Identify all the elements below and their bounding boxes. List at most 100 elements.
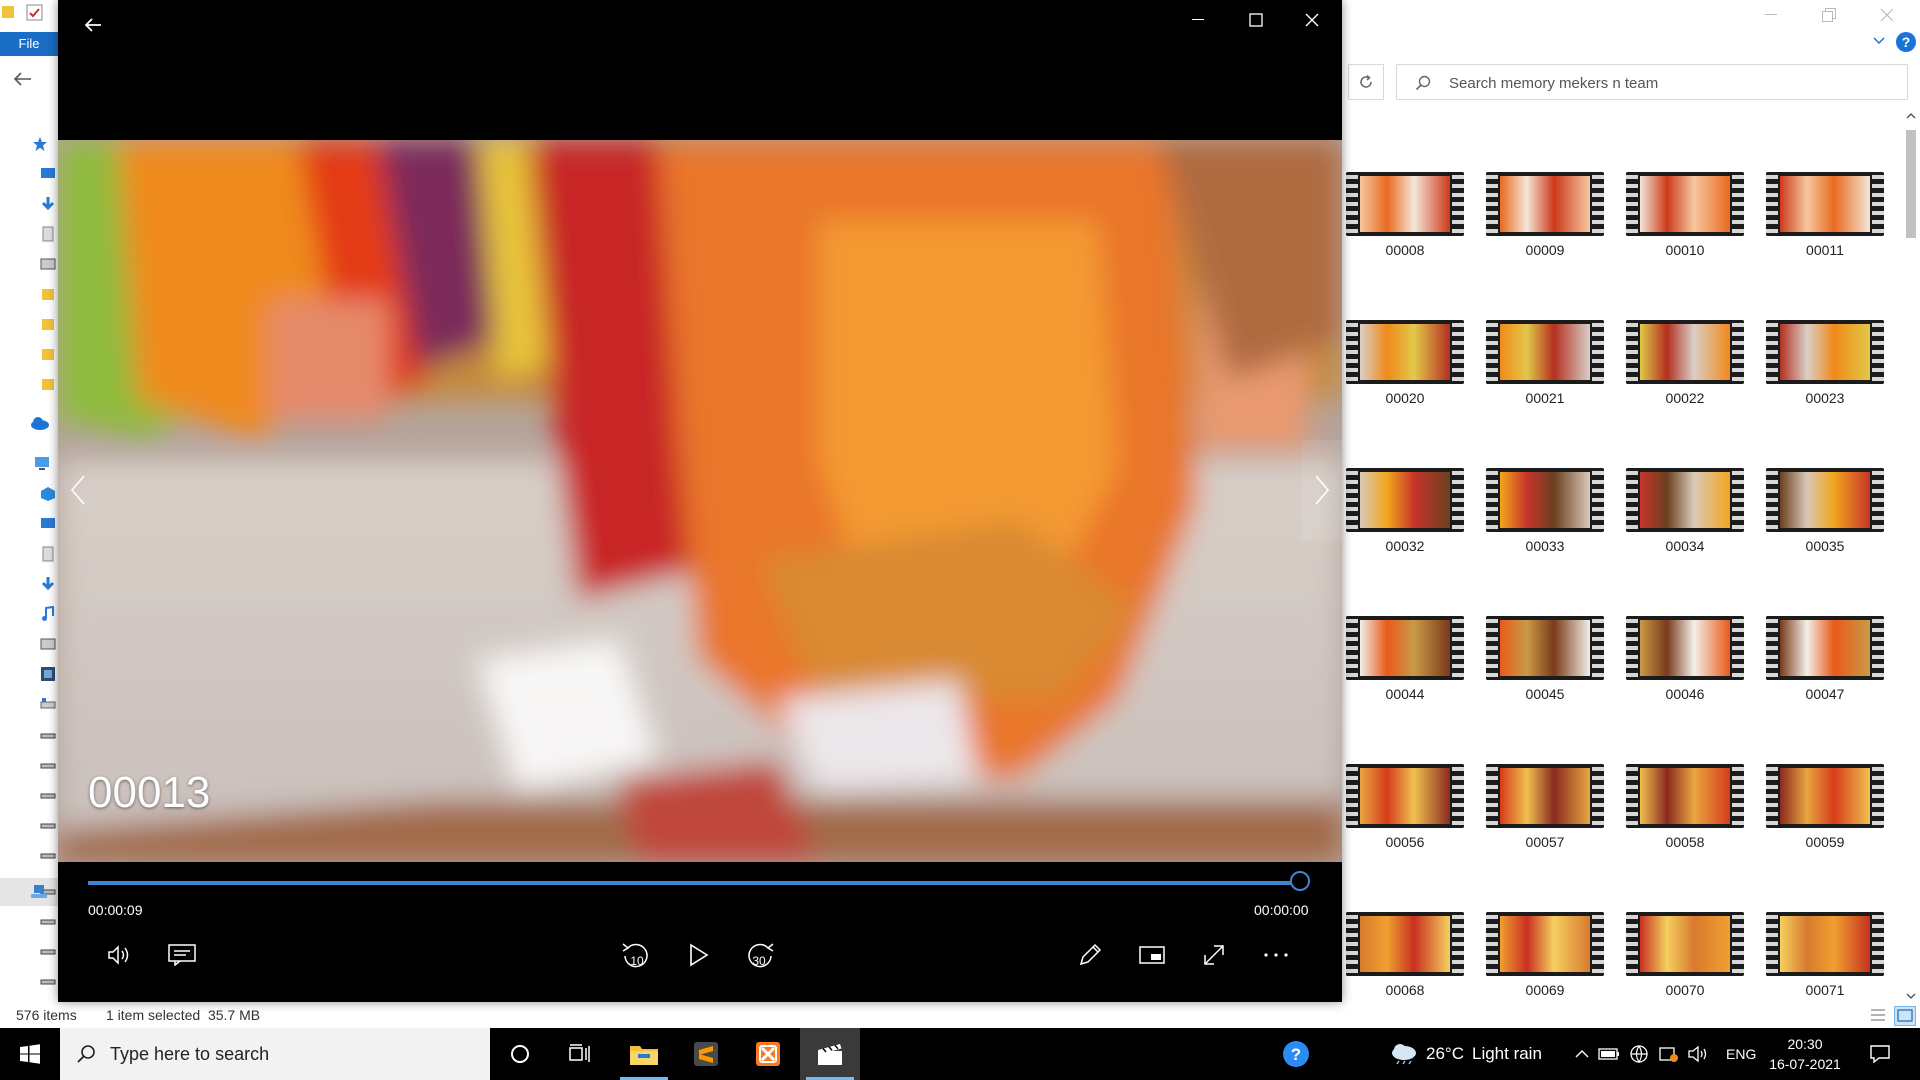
player-minimize-button[interactable]	[1170, 0, 1226, 40]
video-file-item[interactable]: 00009	[1486, 172, 1606, 260]
video-file-item[interactable]: 00059	[1766, 764, 1886, 852]
subtitles-button[interactable]	[160, 938, 204, 972]
downloads-icon[interactable]	[40, 576, 56, 592]
volume-button[interactable]	[98, 938, 142, 972]
weather-widget[interactable]: 26°C Light rain	[1390, 1028, 1542, 1080]
video-file-item[interactable]: 00044	[1346, 616, 1466, 704]
ribbon-expand-icon[interactable]	[1872, 36, 1886, 46]
explorer-close-button[interactable]	[1858, 0, 1916, 30]
video-file-item[interactable]: 00057	[1486, 764, 1606, 852]
folder-icon[interactable]	[40, 316, 56, 332]
skip-back-button[interactable]: 10	[614, 938, 658, 972]
drive-icon[interactable]	[40, 756, 56, 772]
downloads-icon[interactable]	[40, 196, 56, 212]
folder-icon[interactable]	[40, 376, 56, 392]
file-explorer-taskbar-button[interactable]	[614, 1028, 674, 1080]
help-icon[interactable]: ?	[1896, 32, 1916, 52]
back-arrow-icon[interactable]	[14, 72, 32, 86]
this-pc-icon[interactable]	[34, 456, 50, 472]
music-icon[interactable]	[40, 606, 56, 622]
fullscreen-button[interactable]	[1192, 938, 1236, 972]
xampp-taskbar-button[interactable]	[738, 1028, 798, 1080]
battery-icon[interactable]	[1594, 1048, 1624, 1060]
seek-bar-thumb[interactable]	[1290, 871, 1310, 891]
quick-access-star-icon[interactable]	[32, 136, 48, 152]
drive-icon[interactable]	[40, 942, 56, 958]
explorer-search-input[interactable]	[1447, 71, 1891, 95]
desktop-icon[interactable]	[40, 166, 56, 182]
documents-icon[interactable]	[40, 226, 56, 242]
scroll-up-icon[interactable]	[1902, 110, 1920, 122]
drive-icon[interactable]	[40, 786, 56, 802]
pictures-icon[interactable]	[40, 636, 56, 652]
video-frame[interactable]: 00013	[58, 140, 1342, 862]
properties-icon[interactable]	[26, 4, 44, 22]
desktop-icon[interactable]	[40, 516, 56, 532]
seek-bar[interactable]	[88, 881, 1300, 885]
drive-icon[interactable]	[40, 816, 56, 832]
onedrive-cloud-icon[interactable]	[30, 416, 49, 432]
video-file-item[interactable]: 00011	[1766, 172, 1886, 260]
3d-objects-icon[interactable]	[40, 486, 56, 502]
more-options-button[interactable]	[1254, 938, 1298, 972]
pictures-icon[interactable]	[40, 256, 56, 272]
drive-icon[interactable]	[40, 972, 56, 988]
input-language[interactable]: ENG	[1726, 1046, 1756, 1062]
player-close-button[interactable]	[1284, 0, 1340, 40]
movies-tv-taskbar-button[interactable]	[800, 1028, 860, 1080]
video-file-item[interactable]: 00068	[1346, 912, 1466, 1000]
play-button[interactable]	[676, 938, 720, 972]
network-globe-icon[interactable]	[1624, 1044, 1654, 1064]
video-file-item[interactable]: 00071	[1766, 912, 1886, 1000]
explorer-search-box[interactable]	[1396, 64, 1908, 100]
folder-icon[interactable]	[2, 4, 16, 20]
explorer-restore-button[interactable]	[1800, 0, 1858, 30]
network-icon[interactable]	[30, 884, 47, 900]
skip-forward-button[interactable]: 30	[738, 938, 782, 972]
video-file-item[interactable]: 00047	[1766, 616, 1886, 704]
refresh-button[interactable]	[1348, 64, 1384, 100]
drive-icon[interactable]	[40, 846, 56, 862]
drive-icon[interactable]	[40, 726, 56, 742]
video-file-item[interactable]: 00010	[1626, 172, 1746, 260]
documents-icon[interactable]	[40, 546, 56, 562]
security-icon[interactable]	[1654, 1044, 1684, 1064]
vertical-scrollbar[interactable]	[1902, 110, 1920, 1002]
video-file-item[interactable]: 00032	[1346, 468, 1466, 556]
volume-icon[interactable]	[1684, 1045, 1714, 1063]
video-file-item[interactable]: 00008	[1346, 172, 1466, 260]
video-file-item[interactable]: 00046	[1626, 616, 1746, 704]
scrollbar-thumb[interactable]	[1906, 130, 1916, 238]
video-file-item[interactable]: 00023	[1766, 320, 1886, 408]
action-center-button[interactable]	[1850, 1028, 1910, 1080]
edit-button[interactable]	[1068, 938, 1112, 972]
video-file-item[interactable]: 00070	[1626, 912, 1746, 1000]
show-hidden-icons-button[interactable]	[1570, 1049, 1594, 1059]
explorer-minimize-button[interactable]	[1742, 0, 1800, 30]
video-file-item[interactable]: 00020	[1346, 320, 1466, 408]
local-disk-icon[interactable]	[40, 696, 56, 712]
previous-video-button[interactable]	[58, 440, 98, 540]
large-icons-view-icon[interactable]	[1894, 1006, 1916, 1026]
video-file-item[interactable]: 00034	[1626, 468, 1746, 556]
folder-icon[interactable]	[40, 346, 56, 362]
system-clock[interactable]: 20:30 16-07-2021	[1760, 1034, 1850, 1074]
start-button[interactable]	[0, 1028, 60, 1080]
video-file-item[interactable]: 00021	[1486, 320, 1606, 408]
videos-icon[interactable]	[40, 666, 56, 682]
player-maximize-button[interactable]	[1228, 0, 1284, 40]
video-file-item[interactable]: 00045	[1486, 616, 1606, 704]
next-video-button[interactable]	[1302, 440, 1342, 540]
sublime-text-taskbar-button[interactable]	[676, 1028, 736, 1080]
scroll-down-icon[interactable]	[1902, 990, 1920, 1002]
file-tab[interactable]: File	[0, 32, 58, 56]
video-file-item[interactable]: 00033	[1486, 468, 1606, 556]
video-file-item[interactable]: 00022	[1626, 320, 1746, 408]
video-file-item[interactable]: 00056	[1346, 764, 1466, 852]
folder-icon[interactable]	[40, 286, 56, 302]
taskbar-search-box[interactable]: Type here to search	[60, 1028, 490, 1080]
video-file-item[interactable]: 00069	[1486, 912, 1606, 1000]
drive-icon[interactable]	[40, 912, 56, 928]
cortana-button[interactable]	[490, 1028, 550, 1080]
video-file-item[interactable]: 00035	[1766, 468, 1886, 556]
